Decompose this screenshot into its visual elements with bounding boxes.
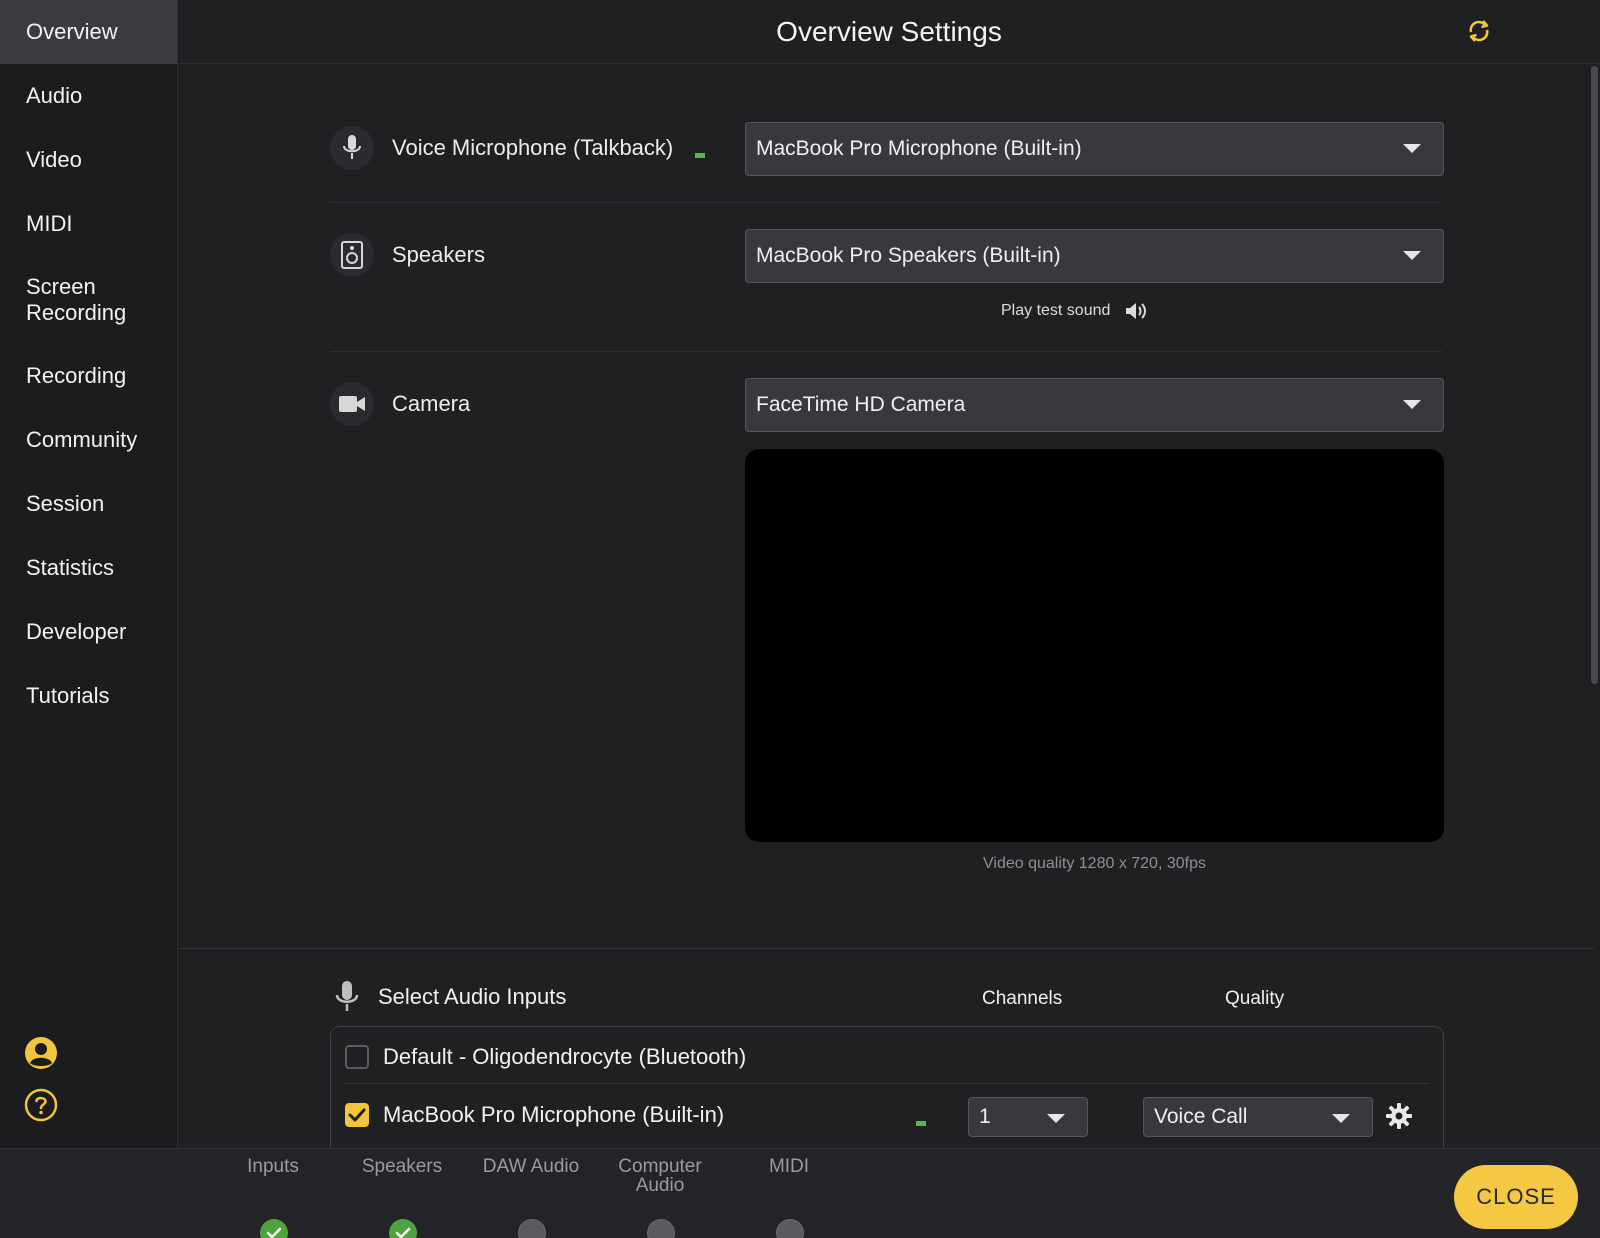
status-label-daw-audio: DAW Audio bbox=[482, 1156, 580, 1177]
input-checkbox[interactable] bbox=[345, 1103, 369, 1127]
status-label-computer-audio: Computer Audio bbox=[595, 1157, 725, 1195]
input-name: Default - Oligodendrocyte (Bluetooth) bbox=[383, 1044, 747, 1069]
divider bbox=[330, 351, 1442, 352]
sidebar-item-label: Statistics bbox=[26, 555, 115, 580]
chevron-down-icon bbox=[1332, 1114, 1350, 1123]
check-icon bbox=[348, 1108, 366, 1122]
sidebar-item-label: Audio bbox=[26, 83, 83, 108]
speaker-icon bbox=[330, 233, 374, 277]
sidebar-item-label: Screen Recording bbox=[26, 274, 127, 325]
voice-mic-level-meter bbox=[695, 152, 706, 158]
status-label-speakers: Speakers bbox=[361, 1156, 443, 1177]
sidebar-item-label: Tutorials bbox=[26, 683, 110, 708]
sidebar-item-audio[interactable]: Audio bbox=[0, 64, 177, 128]
quality-column-header: Quality bbox=[1225, 988, 1285, 1009]
input-level-meter bbox=[916, 1121, 926, 1126]
video-quality-text: Video quality 1280 x 720, 30fps bbox=[983, 855, 1206, 872]
close-button[interactable]: CLOSE bbox=[1454, 1165, 1578, 1229]
help-icon[interactable] bbox=[24, 1088, 58, 1122]
status-off-icon bbox=[776, 1219, 804, 1238]
input-checkbox[interactable] bbox=[345, 1045, 369, 1069]
sidebar-item-video[interactable]: Video bbox=[0, 128, 177, 192]
status-off-icon bbox=[647, 1219, 675, 1238]
chevron-down-icon bbox=[1403, 251, 1421, 260]
refresh-icon[interactable] bbox=[1464, 16, 1494, 51]
play-test-sound-label: Play test sound bbox=[1001, 302, 1111, 319]
status-label-text: Computer Audio bbox=[618, 1156, 702, 1196]
sidebar-item-overview[interactable]: Overview bbox=[0, 0, 177, 64]
camera-select[interactable]: FaceTime HD Camera bbox=[745, 378, 1444, 432]
sidebar-item-developer[interactable]: Developer bbox=[0, 600, 177, 664]
sidebar-item-session[interactable]: Session bbox=[0, 472, 177, 536]
channels-column-header: Channels bbox=[982, 988, 1063, 1009]
speakers-select[interactable]: MacBook Pro Speakers (Built-in) bbox=[745, 229, 1444, 283]
gear-icon[interactable] bbox=[1385, 1102, 1413, 1130]
audio-inputs-title: Select Audio Inputs bbox=[378, 984, 567, 1009]
header: Overview Settings bbox=[178, 0, 1600, 64]
status-ok-icon bbox=[260, 1219, 288, 1238]
channels-select[interactable]: 1 bbox=[968, 1097, 1088, 1137]
microphone-icon bbox=[334, 980, 360, 1014]
status-label-midi: MIDI bbox=[768, 1156, 810, 1177]
sidebar-item-label: Session bbox=[26, 491, 105, 516]
quality-selected: Voice Call bbox=[1154, 1105, 1248, 1128]
sidebar-item-tutorials[interactable]: Tutorials bbox=[0, 664, 177, 728]
camera-label: Camera bbox=[392, 391, 471, 416]
status-off-icon bbox=[518, 1219, 546, 1238]
sidebar-item-label: Developer bbox=[26, 619, 127, 644]
list-item: Default - Oligodendrocyte (Bluetooth) bbox=[345, 1029, 1429, 1085]
sidebar-item-label: Overview bbox=[26, 19, 118, 44]
sidebar-item-label: Recording bbox=[26, 363, 127, 388]
sidebar-item-midi[interactable]: MIDI bbox=[0, 192, 177, 256]
status-ok-icon bbox=[389, 1219, 417, 1238]
scrollbar[interactable] bbox=[1591, 66, 1598, 684]
sidebar-item-label: MIDI bbox=[26, 211, 73, 236]
sidebar-item-statistics[interactable]: Statistics bbox=[0, 536, 177, 600]
account-icon[interactable] bbox=[24, 1036, 58, 1070]
audio-inputs-header: Select Audio Inputs bbox=[334, 980, 566, 1014]
status-label-inputs: Inputs bbox=[247, 1156, 299, 1177]
input-name: MacBook Pro Microphone (Built-in) bbox=[383, 1102, 725, 1127]
audio-inputs-list: Default - Oligodendrocyte (Bluetooth) Ma… bbox=[330, 1026, 1444, 1156]
speakers-selected: MacBook Pro Speakers (Built-in) bbox=[756, 244, 1061, 267]
section-divider bbox=[178, 948, 1594, 949]
camera-selected: FaceTime HD Camera bbox=[756, 393, 966, 416]
quality-select[interactable]: Voice Call bbox=[1143, 1097, 1373, 1137]
sidebar-item-screen-recording[interactable]: Screen Recording bbox=[0, 256, 177, 344]
footer-status-bar: Inputs Speakers DAW Audio Computer Audio… bbox=[0, 1148, 1600, 1238]
channels-selected: 1 bbox=[979, 1105, 991, 1128]
sidebar-item-label: Video bbox=[26, 147, 82, 172]
sidebar-item-recording[interactable]: Recording bbox=[0, 344, 177, 408]
chevron-down-icon bbox=[1403, 400, 1421, 409]
microphone-icon bbox=[330, 126, 374, 170]
sidebar: Overview Audio Video MIDI Screen Recordi… bbox=[0, 0, 178, 1148]
volume-icon bbox=[1124, 300, 1148, 322]
play-test-sound-button[interactable]: Play test sound bbox=[1001, 300, 1148, 322]
page-title: Overview Settings bbox=[776, 16, 1002, 47]
sidebar-item-label: Community bbox=[26, 427, 138, 452]
chevron-down-icon bbox=[1047, 1114, 1065, 1123]
camera-preview bbox=[745, 449, 1444, 842]
camera-icon bbox=[330, 382, 374, 426]
voice-mic-selected: MacBook Pro Microphone (Built-in) bbox=[756, 137, 1082, 160]
chevron-down-icon bbox=[1403, 144, 1421, 153]
divider bbox=[345, 1083, 1429, 1084]
voice-mic-label: Voice Microphone (Talkback) bbox=[392, 135, 674, 160]
sidebar-item-community[interactable]: Community bbox=[0, 408, 177, 472]
speakers-label: Speakers bbox=[392, 242, 485, 267]
voice-mic-select[interactable]: MacBook Pro Microphone (Built-in) bbox=[745, 122, 1444, 176]
divider bbox=[330, 202, 1442, 203]
sidebar-footer-icons bbox=[24, 1036, 58, 1140]
